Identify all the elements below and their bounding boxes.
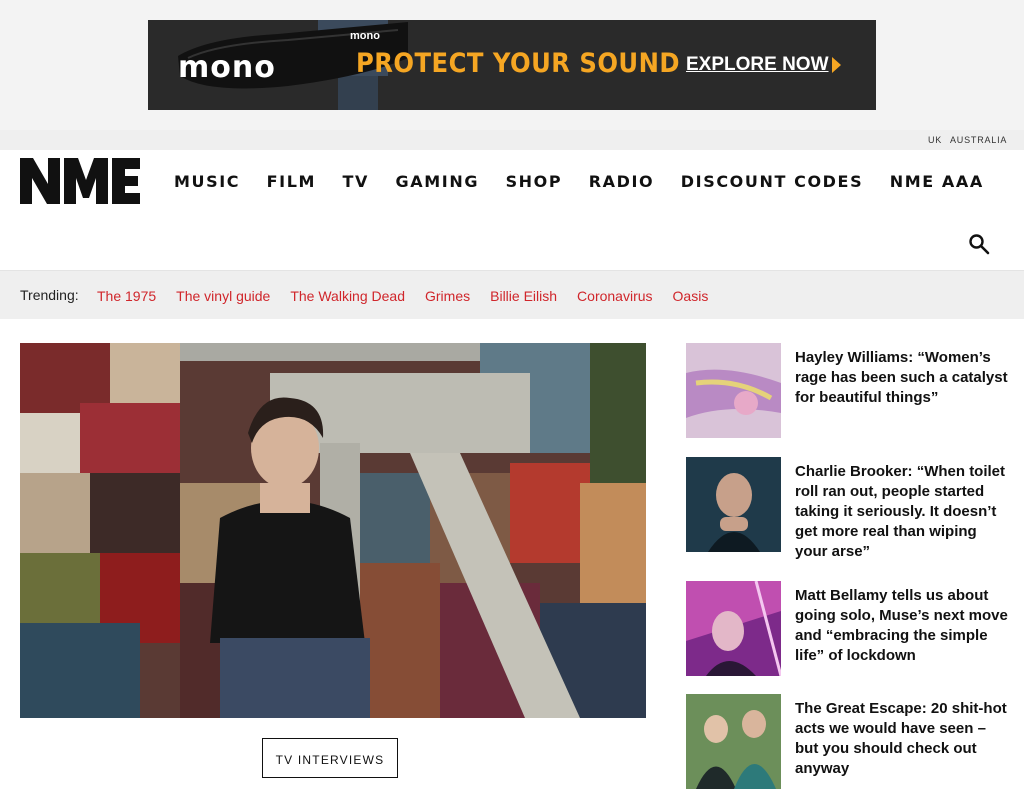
article-thumbnail[interactable] (686, 343, 781, 438)
trending-item[interactable]: Grimes (425, 288, 470, 304)
ad-banner[interactable]: mono mono PROTECT YOUR SOUND EXPLORE NOW (148, 20, 876, 110)
nav-radio[interactable]: RADIO (589, 172, 655, 191)
ad-explore-link[interactable]: EXPLORE NOW (686, 54, 829, 76)
sidebar-article[interactable]: Charlie Brooker: “When toilet roll ran o… (686, 457, 1016, 567)
ad-tagline: PROTECT YOUR SOUND (356, 48, 681, 79)
nav-film[interactable]: FILM (267, 172, 316, 191)
trending-item[interactable]: Billie Eilish (490, 288, 557, 304)
trending-item[interactable]: The vinyl guide (176, 288, 270, 304)
nav-nme-aaa[interactable]: NME AAA (890, 172, 984, 191)
main-nav: MUSIC FILM TV GAMING SHOP RADIO DISCOUNT… (174, 172, 1010, 191)
ad-brand-logo: mono (178, 50, 276, 85)
article-headline[interactable]: Charlie Brooker: “When toilet roll ran o… (795, 462, 1011, 562)
article-headline[interactable]: Hayley Williams: “Women’s rage has been … (795, 348, 1011, 408)
trending-item[interactable]: The 1975 (97, 288, 156, 304)
region-link-uk[interactable]: UK (928, 135, 942, 145)
trending-list: The 1975 The vinyl guide The Walking Dea… (97, 288, 728, 304)
trending-label: Trending: (20, 287, 79, 303)
trending-item[interactable]: Oasis (673, 288, 709, 304)
ad-banner-area: mono mono PROTECT YOUR SOUND EXPLORE NOW (0, 0, 1024, 130)
site-header: MUSIC FILM TV GAMING SHOP RADIO DISCOUNT… (0, 150, 1024, 270)
caret-right-icon (832, 57, 841, 73)
article-thumbnail[interactable] (686, 457, 781, 552)
search-icon[interactable] (968, 233, 990, 255)
sidebar-article[interactable]: Hayley Williams: “Women’s rage has been … (686, 343, 1016, 443)
nav-music[interactable]: MUSIC (174, 172, 240, 191)
article-thumbnail[interactable] (686, 694, 781, 789)
region-link-australia[interactable]: AUSTRALIA (950, 135, 1007, 145)
nav-tv[interactable]: TV (343, 172, 370, 191)
ad-small-brand: mono (350, 30, 380, 42)
trending-item[interactable]: Coronavirus (577, 288, 652, 304)
nav-shop[interactable]: SHOP (506, 172, 563, 191)
article-thumbnail[interactable] (686, 581, 781, 676)
sidebar-article[interactable]: Matt Bellamy tells us about going solo, … (686, 581, 1016, 681)
article-headline[interactable]: Matt Bellamy tells us about going solo, … (795, 586, 1011, 666)
region-switcher: UK AUSTRALIA (0, 130, 1024, 150)
sidebar-article[interactable]: The Great Escape: 20 shit-hot acts we wo… (686, 694, 1016, 789)
nme-logo[interactable] (20, 158, 140, 204)
trending-item[interactable]: The Walking Dead (290, 288, 405, 304)
nav-gaming[interactable]: GAMING (396, 172, 480, 191)
category-tag[interactable]: TV INTERVIEWS (262, 738, 398, 778)
article-headline[interactable]: The Great Escape: 20 shit-hot acts we wo… (795, 699, 1011, 779)
trending-bar: Trending: The 1975 The vinyl guide The W… (0, 270, 1024, 319)
hero-article-image[interactable] (20, 343, 646, 718)
nav-discount-codes[interactable]: DISCOUNT CODES (681, 172, 863, 191)
